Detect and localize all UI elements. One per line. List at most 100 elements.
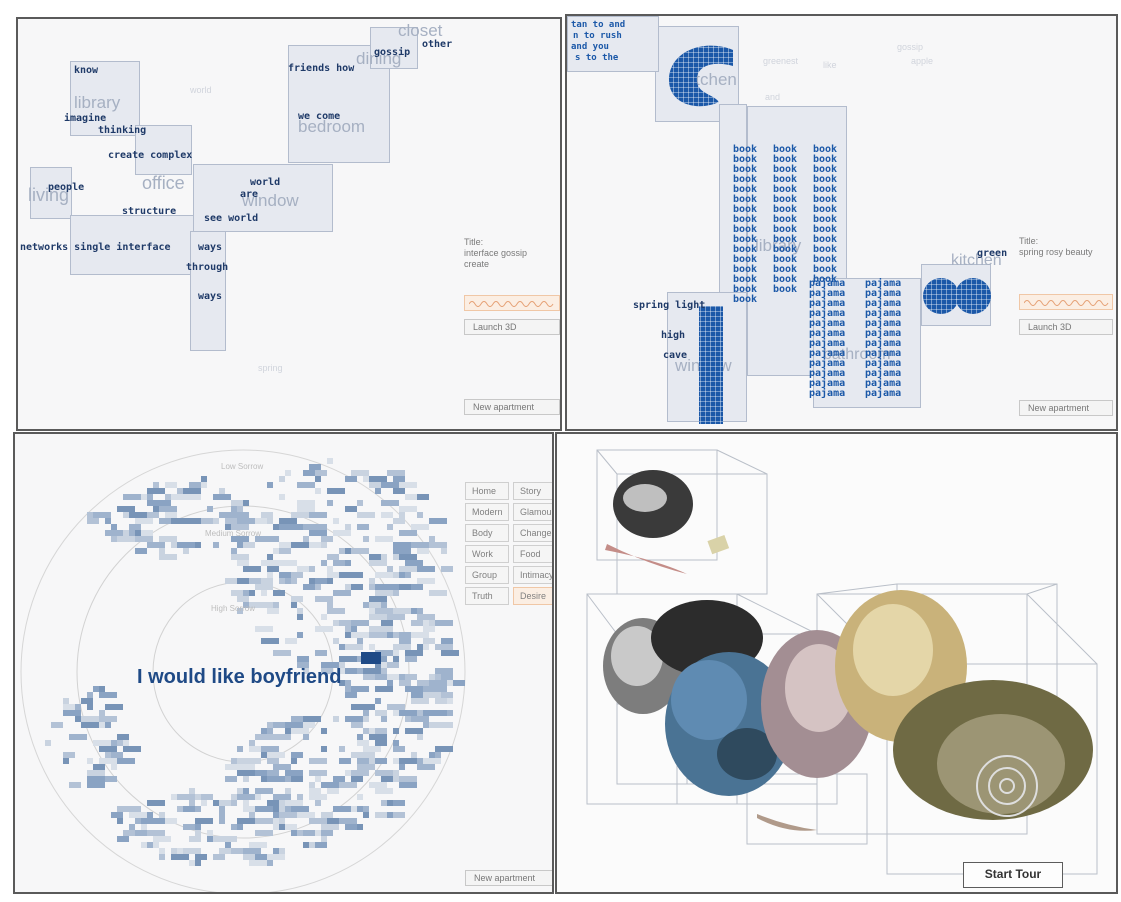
pixel-mark — [195, 542, 201, 548]
word-gossip[interactable]: gossip — [374, 47, 410, 58]
pixel-mark — [429, 590, 447, 596]
svg-text:n to rush: n to rush — [573, 31, 622, 41]
new-apartment-button[interactable]: New apartment — [1019, 400, 1113, 416]
launch-3d-button[interactable]: Launch 3D — [464, 319, 560, 335]
pixel-mark — [261, 638, 279, 644]
word-pajama[interactable]: pajama — [865, 388, 901, 399]
pixel-mark — [159, 506, 177, 512]
pixel-mark — [375, 758, 387, 764]
word-people[interactable]: people — [48, 182, 84, 193]
pixel-mark — [315, 626, 333, 632]
pixel-mark — [267, 770, 279, 776]
pixel-mark — [399, 584, 411, 590]
pixel-mark — [375, 488, 381, 494]
word-high[interactable]: high — [661, 330, 685, 341]
pixel-mark — [399, 506, 405, 512]
pixel-mark — [159, 548, 165, 554]
pixel-mark — [411, 632, 429, 638]
word-friends-how[interactable]: friends how — [288, 63, 354, 74]
category-button[interactable]: Body — [465, 524, 509, 542]
category-button[interactable]: Intimacy — [513, 566, 552, 584]
pixel-mark — [429, 518, 447, 524]
scribble-swatch[interactable] — [464, 295, 560, 311]
word-cluster: tan to and n to rush and you s to the — [569, 18, 659, 68]
start-tour-button[interactable]: Start Tour — [963, 862, 1063, 888]
pixel-mark — [375, 572, 393, 578]
pixel-mark — [399, 608, 405, 614]
word-book[interactable]: book — [773, 284, 797, 295]
category-button[interactable]: Home — [465, 482, 509, 500]
word-structure[interactable]: structure — [122, 206, 176, 217]
pixel-mark — [345, 548, 351, 554]
word-ways[interactable]: ways — [198, 291, 222, 302]
pixel-mark — [345, 524, 351, 530]
word-spring-light[interactable]: spring light — [633, 300, 705, 311]
pixel-mark — [399, 632, 411, 638]
new-apartment-button[interactable]: New apartment — [464, 399, 560, 415]
pixel-mark — [87, 770, 105, 776]
category-button[interactable]: Glamour — [513, 503, 552, 521]
new-apartment-button[interactable]: New apartment — [465, 870, 552, 886]
word-are[interactable]: are — [240, 189, 258, 200]
pixel-mark — [147, 494, 153, 500]
pixel-mark — [255, 626, 273, 632]
word-other[interactable]: other — [422, 39, 452, 50]
category-button[interactable]: Desire — [513, 587, 552, 605]
pixel-mark — [255, 584, 273, 590]
pixel-mark — [273, 734, 291, 740]
pixel-mark — [393, 758, 399, 764]
category-button[interactable]: Story — [513, 482, 552, 500]
pixel-mark — [351, 722, 363, 728]
word-cave[interactable]: cave — [663, 350, 687, 361]
pixel-mark — [369, 602, 381, 608]
word-imagine[interactable]: imagine — [64, 113, 106, 124]
category-button[interactable]: Modern — [465, 503, 509, 521]
pixel-mark — [375, 782, 381, 788]
pixel-mark — [315, 650, 327, 656]
pixel-mark — [375, 686, 393, 692]
word-know[interactable]: know — [74, 65, 98, 76]
word-see-world[interactable]: see world — [204, 213, 258, 224]
pixel-mark — [237, 818, 255, 824]
pixel-mark — [93, 764, 105, 770]
pixel-mark — [417, 614, 423, 620]
word-world[interactable]: world — [250, 177, 280, 188]
word-pajama[interactable]: pajama — [809, 388, 845, 399]
pixel-mark — [339, 746, 345, 752]
pixel-mark — [291, 758, 297, 764]
launch-3d-button[interactable]: Launch 3D — [1019, 319, 1113, 335]
pixel-mark — [219, 848, 231, 854]
pixel-mark — [237, 746, 243, 752]
pixel-mark — [297, 830, 303, 836]
word-create-complex[interactable]: create complex — [108, 150, 192, 161]
pixel-mark — [159, 554, 177, 560]
category-button[interactable]: Food — [513, 545, 552, 563]
pixel-mark — [417, 608, 423, 614]
pixel-mark — [249, 842, 267, 848]
word-book[interactable]: book — [733, 294, 757, 305]
scribble-swatch[interactable] — [1019, 294, 1113, 310]
word-thinking[interactable]: thinking — [98, 125, 146, 136]
ring-label-high: High Sorrow — [211, 604, 256, 613]
word-we-come[interactable]: we come — [298, 111, 340, 122]
category-button[interactable]: Change — [513, 524, 552, 542]
pixel-mark — [363, 746, 381, 752]
pixel-mark — [285, 470, 291, 476]
word-ways[interactable]: ways — [198, 242, 222, 253]
category-button[interactable]: Work — [465, 545, 509, 563]
category-button[interactable]: Group — [465, 566, 509, 584]
category-button[interactable]: Truth — [465, 587, 509, 605]
word-green[interactable]: green — [977, 248, 1007, 259]
word-networks[interactable]: networks single interface — [20, 242, 171, 253]
pixel-mark — [189, 836, 201, 842]
pixel-mark — [171, 512, 177, 518]
pixel-mark — [297, 812, 303, 818]
pixel-mark — [411, 758, 417, 764]
pixel-mark — [321, 758, 327, 764]
pajama-grid: pajama pajama pajama pajama pajama pajama paja… — [805, 278, 925, 408]
pixel-mark — [411, 692, 423, 698]
word-through[interactable]: through — [186, 262, 228, 273]
pixel-mark — [405, 656, 417, 662]
pixel-mark — [237, 506, 243, 512]
pixel-mark — [129, 812, 147, 818]
